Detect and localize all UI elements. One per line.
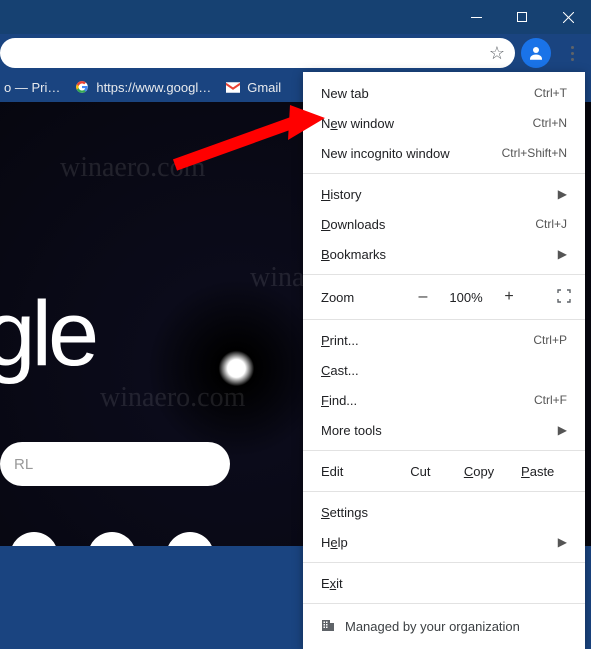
close-button[interactable]	[545, 0, 591, 34]
url-bar[interactable]: ☆	[0, 38, 515, 68]
bookmark-item[interactable]: Gmail	[225, 79, 281, 95]
chrome-menu: New tab Ctrl+T New window Ctrl+N New inc…	[303, 72, 585, 649]
menu-find[interactable]: Find... Ctrl+F	[303, 385, 585, 415]
zoom-out-button[interactable]: –	[411, 288, 435, 306]
bookmark-star-icon[interactable]: ☆	[489, 43, 505, 64]
minimize-button[interactable]	[453, 0, 499, 34]
menu-label: Help	[321, 535, 348, 550]
menu-separator	[303, 491, 585, 492]
menu-managed[interactable]: Managed by your organization	[303, 609, 585, 643]
bookmark-label: https://www.googl…	[96, 80, 211, 95]
bookmark-item[interactable]: o — Pri…	[4, 80, 60, 95]
google-favicon-icon	[74, 79, 90, 95]
menu-separator	[303, 450, 585, 451]
shortcut-label: Ctrl+F	[534, 393, 567, 407]
watermark: winaero.com	[100, 382, 245, 414]
building-icon	[321, 618, 335, 635]
menu-history[interactable]: History ▶	[303, 179, 585, 209]
menu-label: Cast...	[321, 363, 359, 378]
menu-new-window[interactable]: New window Ctrl+N	[303, 108, 585, 138]
menu-separator	[303, 603, 585, 604]
menu-label: Downloads	[321, 217, 385, 232]
shortcut-paypal[interactable]	[166, 532, 214, 546]
menu-print[interactable]: Print... Ctrl+P	[303, 325, 585, 355]
menu-label: Print...	[321, 333, 359, 348]
shortcut-label: Ctrl+J	[535, 217, 567, 231]
shortcut-label: Ctrl+Shift+N	[502, 146, 567, 160]
menu-separator	[303, 319, 585, 320]
managed-label: Managed by your organization	[345, 619, 520, 634]
menu-label: New window	[321, 116, 394, 131]
menu-label: Settings	[321, 505, 368, 520]
chevron-right-icon: ▶	[558, 247, 567, 261]
shortcut-label: Ctrl+T	[534, 86, 567, 100]
shortcut-label: Ctrl+P	[533, 333, 567, 347]
shortcuts-row: ✦	[10, 532, 214, 546]
shortcut-label: Ctrl+N	[533, 116, 567, 130]
search-placeholder: RL	[14, 456, 33, 473]
google-search-input[interactable]: RL	[0, 442, 230, 486]
menu-edit-row: Edit Cut Copy Paste	[303, 456, 585, 486]
menu-label: New tab	[321, 86, 369, 101]
edit-label: Edit	[321, 464, 391, 479]
bookmark-label: Gmail	[247, 80, 281, 95]
chevron-right-icon: ▶	[558, 423, 567, 437]
menu-separator	[303, 173, 585, 174]
menu-settings[interactable]: Settings	[303, 497, 585, 527]
menu-more-tools[interactable]: More tools ▶	[303, 415, 585, 445]
copy-button[interactable]: Copy	[450, 464, 509, 479]
shortcut-youtube[interactable]	[88, 532, 136, 546]
paste-button[interactable]: Paste	[508, 464, 567, 479]
toolbar: ☆	[0, 34, 591, 72]
menu-exit[interactable]: Exit	[303, 568, 585, 598]
menu-label: History	[321, 187, 361, 202]
window-titlebar	[0, 0, 591, 34]
zoom-value: 100%	[445, 290, 487, 305]
maximize-button[interactable]	[499, 0, 545, 34]
zoom-label: Zoom	[321, 290, 401, 305]
cut-button[interactable]: Cut	[391, 464, 450, 479]
shortcut-winaero[interactable]: ✦	[10, 532, 58, 546]
gmail-favicon-icon	[225, 79, 241, 95]
watermark: winaero.com	[60, 152, 205, 184]
chevron-right-icon: ▶	[558, 535, 567, 549]
menu-new-incognito[interactable]: New incognito window Ctrl+Shift+N	[303, 138, 585, 168]
menu-downloads[interactable]: Downloads Ctrl+J	[303, 209, 585, 239]
menu-label: Exit	[321, 576, 343, 591]
chrome-menu-button[interactable]	[557, 38, 587, 68]
google-logo: oogle	[0, 282, 95, 387]
menu-label: Bookmarks	[321, 247, 386, 262]
menu-separator	[303, 274, 585, 275]
menu-label: More tools	[321, 423, 382, 438]
menu-label: Find...	[321, 393, 357, 408]
menu-cast[interactable]: Cast...	[303, 355, 585, 385]
menu-new-tab[interactable]: New tab Ctrl+T	[303, 78, 585, 108]
zoom-in-button[interactable]: +	[497, 288, 521, 306]
menu-bookmarks[interactable]: Bookmarks ▶	[303, 239, 585, 269]
menu-label: New incognito window	[321, 146, 450, 161]
bookmark-label: o — Pri…	[4, 80, 60, 95]
fullscreen-button[interactable]	[557, 289, 571, 306]
bookmark-item[interactable]: https://www.googl…	[74, 79, 211, 95]
menu-separator	[303, 562, 585, 563]
menu-zoom: Zoom – 100% +	[303, 280, 585, 314]
profile-button[interactable]	[521, 38, 551, 68]
menu-help[interactable]: Help ▶	[303, 527, 585, 557]
chevron-right-icon: ▶	[558, 187, 567, 201]
